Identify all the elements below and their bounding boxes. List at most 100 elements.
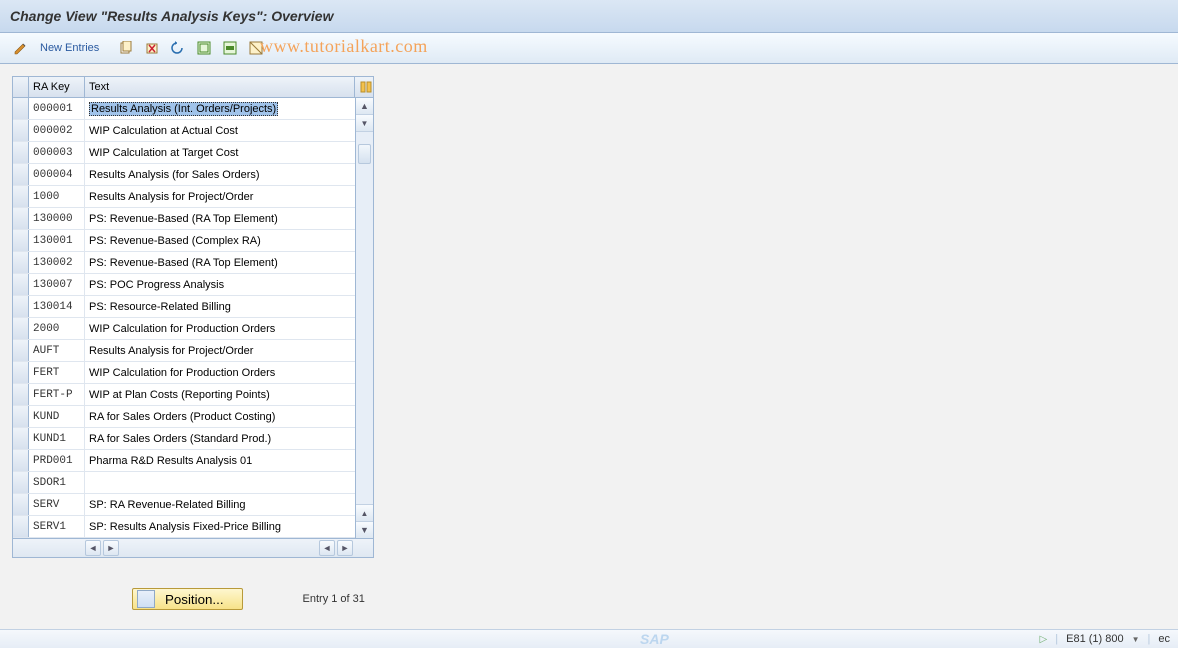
row-selector[interactable] bbox=[13, 318, 29, 339]
toggle-change-icon[interactable] bbox=[10, 37, 32, 59]
cell-text[interactable]: WIP Calculation for Production Orders bbox=[85, 362, 355, 383]
scroll-track[interactable] bbox=[356, 132, 373, 504]
cell-text[interactable]: SP: RA Revenue-Related Billing bbox=[85, 494, 355, 515]
row-selector[interactable] bbox=[13, 142, 29, 163]
cell-ra-key[interactable]: 130002 bbox=[29, 252, 85, 273]
table-configure-icon[interactable] bbox=[355, 77, 373, 97]
row-selector[interactable] bbox=[13, 98, 29, 119]
cell-ra-key[interactable]: 000001 bbox=[29, 98, 85, 119]
entry-counter: Entry 1 of 31 bbox=[303, 593, 365, 605]
cell-ra-key[interactable]: 000002 bbox=[29, 120, 85, 141]
row-selector[interactable] bbox=[13, 428, 29, 449]
row-selector[interactable] bbox=[13, 164, 29, 185]
row-selector[interactable] bbox=[13, 230, 29, 251]
row-selector[interactable] bbox=[13, 252, 29, 273]
row-selector[interactable] bbox=[13, 296, 29, 317]
scroll-down-icon[interactable]: ▼ bbox=[356, 521, 373, 538]
cell-ra-key[interactable]: 130007 bbox=[29, 274, 85, 295]
cell-ra-key[interactable]: SERV bbox=[29, 494, 85, 515]
cell-text[interactable]: WIP at Plan Costs (Reporting Points) bbox=[85, 384, 355, 405]
cell-ra-key[interactable]: 000004 bbox=[29, 164, 85, 185]
hscroll-left-icon[interactable]: ◄ bbox=[85, 540, 101, 556]
table-row: 2000WIP Calculation for Production Order… bbox=[13, 318, 355, 340]
cell-ra-key[interactable]: 000003 bbox=[29, 142, 85, 163]
table-row: 000004Results Analysis (for Sales Orders… bbox=[13, 164, 355, 186]
table-row: KUND1RA for Sales Orders (Standard Prod.… bbox=[13, 428, 355, 450]
horizontal-scrollbar[interactable]: ◄ ► ◄ ► bbox=[13, 538, 373, 557]
row-selector[interactable] bbox=[13, 494, 29, 515]
row-selector[interactable] bbox=[13, 362, 29, 383]
hscroll-left-step-icon[interactable]: ◄ bbox=[319, 540, 335, 556]
table-row: SDOR1 bbox=[13, 472, 355, 494]
footer-bar: Position... Entry 1 of 31 bbox=[12, 588, 512, 610]
cell-ra-key[interactable]: FERT-P bbox=[29, 384, 85, 405]
scroll-up-step-icon[interactable]: ▼ bbox=[356, 115, 373, 132]
cell-text[interactable]: RA for Sales Orders (Standard Prod.) bbox=[85, 428, 355, 449]
page-title: Change View "Results Analysis Keys": Ove… bbox=[10, 8, 333, 24]
row-selector[interactable] bbox=[13, 120, 29, 141]
cell-text[interactable]: WIP Calculation at Actual Cost bbox=[85, 120, 355, 141]
row-selector[interactable] bbox=[13, 516, 29, 537]
cell-text[interactable]: Results Analysis for Project/Order bbox=[85, 186, 355, 207]
cell-text[interactable]: RA for Sales Orders (Product Costing) bbox=[85, 406, 355, 427]
row-selector[interactable] bbox=[13, 472, 29, 493]
table-row: 130001PS: Revenue-Based (Complex RA) bbox=[13, 230, 355, 252]
cell-ra-key[interactable]: AUFT bbox=[29, 340, 85, 361]
cell-ra-key[interactable]: 130000 bbox=[29, 208, 85, 229]
cell-text[interactable]: PS: Revenue-Based (RA Top Element) bbox=[85, 252, 355, 273]
cell-text[interactable]: PS: Revenue-Based (RA Top Element) bbox=[85, 208, 355, 229]
table-row: AUFTResults Analysis for Project/Order bbox=[13, 340, 355, 362]
cell-text[interactable]: PS: Revenue-Based (Complex RA) bbox=[85, 230, 355, 251]
cell-text[interactable]: Pharma R&D Results Analysis 01 bbox=[85, 450, 355, 471]
copy-as-icon[interactable] bbox=[115, 37, 137, 59]
row-selector[interactable] bbox=[13, 274, 29, 295]
status-extra: ec bbox=[1158, 633, 1170, 645]
application-toolbar: New Entries www.tutorialkart.com bbox=[0, 33, 1178, 64]
row-selector[interactable] bbox=[13, 340, 29, 361]
position-button[interactable]: Position... bbox=[132, 588, 243, 610]
cell-ra-key[interactable]: SERV1 bbox=[29, 516, 85, 537]
cell-text[interactable]: Results Analysis (Int. Orders/Projects) bbox=[85, 98, 355, 119]
hscroll-right-icon[interactable]: ► bbox=[337, 540, 353, 556]
header-select-all[interactable] bbox=[13, 77, 29, 97]
cell-ra-key[interactable]: FERT bbox=[29, 362, 85, 383]
cell-text[interactable]: Results Analysis for Project/Order bbox=[85, 340, 355, 361]
select-all-icon[interactable] bbox=[193, 37, 215, 59]
cell-ra-key[interactable]: 2000 bbox=[29, 318, 85, 339]
cell-ra-key[interactable]: PRD001 bbox=[29, 450, 85, 471]
scroll-up-icon[interactable]: ▲ bbox=[356, 98, 373, 115]
table-header: RA Key Text bbox=[13, 77, 373, 98]
deselect-all-icon[interactable] bbox=[245, 37, 267, 59]
scroll-thumb[interactable] bbox=[358, 144, 371, 164]
row-selector[interactable] bbox=[13, 406, 29, 427]
row-selector[interactable] bbox=[13, 186, 29, 207]
vertical-scrollbar[interactable]: ▲ ▼ ▲ ▼ bbox=[355, 98, 373, 538]
cell-text[interactable]: SP: Results Analysis Fixed-Price Billing bbox=[85, 516, 355, 537]
row-selector[interactable] bbox=[13, 208, 29, 229]
cell-text[interactable] bbox=[85, 472, 355, 493]
hscroll-right-step-icon[interactable]: ► bbox=[103, 540, 119, 556]
column-header-text[interactable]: Text bbox=[85, 77, 355, 97]
new-entries-button[interactable]: New Entries bbox=[36, 42, 103, 54]
delete-icon[interactable] bbox=[141, 37, 163, 59]
cell-text[interactable]: WIP Calculation at Target Cost bbox=[85, 142, 355, 163]
scroll-down-step-icon[interactable]: ▲ bbox=[356, 504, 373, 521]
select-block-icon[interactable] bbox=[219, 37, 241, 59]
cell-text[interactable]: PS: Resource-Related Billing bbox=[85, 296, 355, 317]
cell-text[interactable]: WIP Calculation for Production Orders bbox=[85, 318, 355, 339]
cell-text[interactable]: PS: POC Progress Analysis bbox=[85, 274, 355, 295]
cell-ra-key[interactable]: 130001 bbox=[29, 230, 85, 251]
cell-ra-key[interactable]: 130014 bbox=[29, 296, 85, 317]
row-selector[interactable] bbox=[13, 450, 29, 471]
undo-icon[interactable] bbox=[167, 37, 189, 59]
row-selector[interactable] bbox=[13, 384, 29, 405]
column-header-key[interactable]: RA Key bbox=[29, 77, 85, 97]
cell-ra-key[interactable]: KUND bbox=[29, 406, 85, 427]
cell-ra-key[interactable]: KUND1 bbox=[29, 428, 85, 449]
cell-ra-key[interactable]: SDOR1 bbox=[29, 472, 85, 493]
status-system: E81 (1) 800 bbox=[1066, 633, 1123, 645]
cell-ra-key[interactable]: 1000 bbox=[29, 186, 85, 207]
status-message-icon[interactable]: ▷ bbox=[1040, 634, 1048, 645]
status-dropdown-icon[interactable]: ▼ bbox=[1132, 635, 1140, 644]
cell-text[interactable]: Results Analysis (for Sales Orders) bbox=[85, 164, 355, 185]
